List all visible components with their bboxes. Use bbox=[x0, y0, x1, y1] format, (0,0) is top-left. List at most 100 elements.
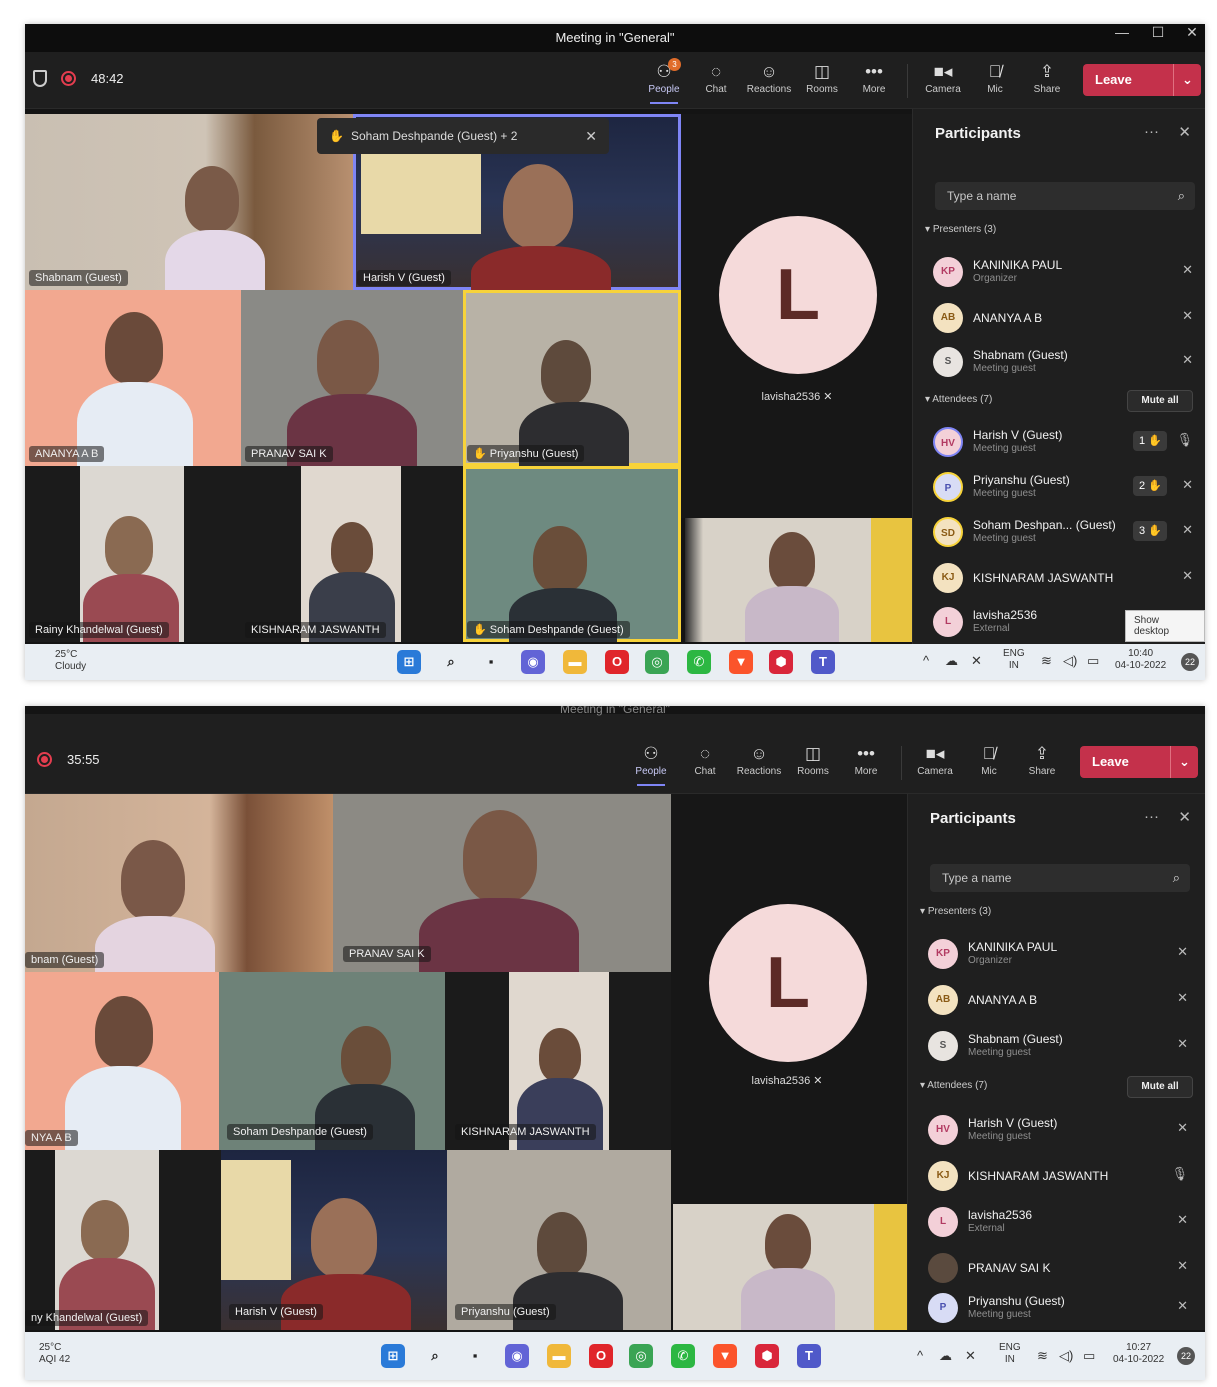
video-tile-harish[interactable]: Harish V (Guest) bbox=[221, 1150, 447, 1330]
task-view-icon[interactable]: ▪ bbox=[479, 650, 503, 674]
reactions-button[interactable]: ☺ Reactions bbox=[743, 60, 795, 95]
chevron-up-icon[interactable]: ^ bbox=[917, 1348, 923, 1363]
reactions-button[interactable]: ☺ Reactions bbox=[733, 742, 785, 777]
video-tile-ananya[interactable]: NYA A B bbox=[25, 972, 219, 1150]
presenters-section[interactable]: ▾ Presenters (3) bbox=[920, 906, 991, 917]
chevron-down-icon[interactable]: ⌄ bbox=[1173, 64, 1201, 96]
more-icon[interactable]: ··· bbox=[1144, 123, 1159, 140]
participant-row[interactable]: P Priyanshu (Guest) Meeting guest 2 ✋ ✕ bbox=[933, 467, 1199, 507]
close-icon[interactable]: ✕ bbox=[1178, 123, 1191, 141]
app-icon[interactable]: ⬢ bbox=[755, 1344, 779, 1368]
volume-icon[interactable]: ◁) bbox=[1059, 1348, 1073, 1364]
video-tile-shabnam[interactable]: bnam (Guest) bbox=[25, 794, 333, 972]
leave-button[interactable]: Leave ⌄ bbox=[1083, 64, 1201, 96]
video-tile-soham[interactable]: ✋ Soham Deshpande (Guest) bbox=[463, 466, 681, 642]
search-input[interactable]: Type a name ⌕ bbox=[930, 864, 1190, 892]
share-button[interactable]: ⇪ Share bbox=[1016, 742, 1068, 777]
search-icon[interactable]: ⌕ bbox=[423, 1344, 447, 1368]
teams-chat-icon[interactable]: ◉ bbox=[505, 1344, 529, 1368]
camera-button[interactable]: ■◂ Camera bbox=[909, 742, 961, 777]
raised-hands-banner[interactable]: ✋ Soham Deshpande (Guest) + 2 ✕ bbox=[317, 118, 609, 154]
video-tile-pranav[interactable]: PRANAV SAI K bbox=[333, 794, 671, 972]
teams-icon[interactable]: T bbox=[811, 650, 835, 674]
participant-row[interactable]: KP KANINIKA PAUL Organizer ✕ bbox=[928, 934, 1194, 974]
close-icon[interactable]: ✕ bbox=[585, 118, 597, 154]
language-indicator[interactable]: ENG IN bbox=[999, 1342, 1021, 1366]
avatar-tile-lavisha[interactable]: L lavisha2536 ✕ bbox=[671, 794, 907, 1204]
attendees-section[interactable]: ▾ Attendees (7) bbox=[925, 394, 992, 405]
clock[interactable]: 10:40 04-10-2022 bbox=[1115, 648, 1166, 672]
attendees-section[interactable]: ▾ Attendees (7) bbox=[920, 1080, 987, 1091]
mic-off-icon[interactable]: ✕ bbox=[971, 653, 982, 669]
wifi-icon[interactable]: ≋ bbox=[1041, 653, 1052, 669]
participant-row[interactable]: Llavisha2536 External ✕ bbox=[928, 1202, 1194, 1242]
people-button[interactable]: ⚇ People bbox=[625, 742, 677, 786]
weather-widget[interactable]: 25°C AQI 42 bbox=[39, 1342, 70, 1366]
rooms-button[interactable]: ◫ Rooms bbox=[796, 60, 848, 95]
whatsapp-icon[interactable]: ✆ bbox=[687, 650, 711, 674]
video-tile-rainy[interactable]: ny Khandelwal (Guest) bbox=[25, 1150, 221, 1330]
app-icon[interactable]: ⬢ bbox=[769, 650, 793, 674]
chat-button[interactable]: ◌ Chat bbox=[679, 742, 731, 777]
brave-icon[interactable]: ▼ bbox=[713, 1344, 737, 1368]
chevron-up-icon[interactable]: ^ bbox=[923, 653, 929, 668]
language-indicator[interactable]: ENG IN bbox=[1003, 648, 1025, 672]
participant-row[interactable]: HV Harish V (Guest) Meeting guest ✕ bbox=[928, 1110, 1194, 1150]
participant-row[interactable]: AB ANANYA A B ✕ bbox=[928, 980, 1194, 1020]
notification-badge[interactable]: 22 bbox=[1177, 1347, 1195, 1365]
participant-row[interactable]: AB ANANYA A B ✕ bbox=[933, 298, 1199, 338]
avatar-tile-lavisha[interactable]: L lavisha2536 ✕ bbox=[681, 114, 912, 518]
more-button[interactable]: ••• More bbox=[840, 742, 892, 777]
weather-widget[interactable]: 25°C Cloudy bbox=[55, 649, 86, 673]
start-icon[interactable]: ⊞ bbox=[381, 1344, 405, 1368]
search-input[interactable]: Type a name ⌕ bbox=[935, 182, 1195, 210]
cloud-icon[interactable]: ☁ bbox=[945, 653, 958, 669]
file-explorer-icon[interactable]: ▬ bbox=[547, 1344, 571, 1368]
mute-all-button[interactable]: Mute all bbox=[1127, 1076, 1193, 1098]
battery-icon[interactable]: ▭ bbox=[1087, 653, 1099, 669]
participant-row[interactable]: KJ KISHNARAM JASWANTH 🎙 bbox=[928, 1156, 1194, 1196]
more-icon[interactable]: ··· bbox=[1144, 808, 1159, 825]
video-tile-priyanshu[interactable]: ✋ Priyanshu (Guest) bbox=[463, 290, 681, 466]
notification-badge[interactable]: 22 bbox=[1181, 653, 1199, 671]
chat-button[interactable]: ◌ Chat bbox=[690, 60, 742, 95]
opera-icon[interactable]: O bbox=[605, 650, 629, 674]
teams-chat-icon[interactable]: ◉ bbox=[521, 650, 545, 674]
whatsapp-icon[interactable]: ✆ bbox=[671, 1344, 695, 1368]
participant-row[interactable]: S Shabnam (Guest) Meeting guest ✕ bbox=[933, 342, 1199, 382]
opera-icon[interactable]: O bbox=[589, 1344, 613, 1368]
participant-row[interactable]: KP KANINIKA PAUL Organizer ✕ bbox=[933, 252, 1199, 292]
wifi-icon[interactable]: ≋ bbox=[1037, 1348, 1048, 1364]
video-tile-ananya[interactable]: ANANYA A B bbox=[25, 290, 241, 466]
video-tile-rainy[interactable]: Rainy Khandelwal (Guest) bbox=[25, 466, 241, 642]
share-button[interactable]: ⇪ Share bbox=[1021, 60, 1073, 95]
leave-button[interactable]: Leave ⌄ bbox=[1080, 746, 1198, 778]
close-window-icon[interactable]: ✕ bbox=[1177, 24, 1205, 41]
more-button[interactable]: ••• More bbox=[848, 60, 900, 95]
chevron-down-icon[interactable]: ⌄ bbox=[1170, 746, 1198, 778]
video-tile-self[interactable] bbox=[673, 1204, 907, 1330]
participant-row[interactable]: P Priyanshu (Guest) Meeting guest ✕ bbox=[928, 1288, 1194, 1328]
teams-icon[interactable]: T bbox=[797, 1344, 821, 1368]
minimize-icon[interactable]: — bbox=[1107, 24, 1137, 40]
participant-row[interactable]: PRANAV SAI K ✕ bbox=[928, 1248, 1194, 1288]
camera-button[interactable]: ■◂ Camera bbox=[917, 60, 969, 95]
people-button[interactable]: ⚇ 3 People bbox=[638, 58, 690, 104]
participant-row[interactable]: KJ KISHNARAM JASWANTH ✕ bbox=[933, 558, 1199, 598]
rooms-button[interactable]: ◫ Rooms bbox=[787, 742, 839, 777]
cloud-icon[interactable]: ☁ bbox=[939, 1348, 952, 1364]
clock[interactable]: 10:27 04-10-2022 bbox=[1113, 1342, 1164, 1366]
video-tile-kishnaram[interactable]: KISHNARAM JASWANTH bbox=[241, 466, 463, 642]
video-tile-self[interactable] bbox=[685, 518, 912, 642]
chrome-icon[interactable]: ◎ bbox=[629, 1344, 653, 1368]
search-icon[interactable]: ⌕ bbox=[439, 650, 463, 674]
mic-button[interactable]: 🎙̸ Mic bbox=[963, 742, 1015, 777]
battery-icon[interactable]: ▭ bbox=[1083, 1348, 1095, 1364]
video-tile-soham[interactable]: Soham Deshpande (Guest) bbox=[219, 972, 445, 1150]
file-explorer-icon[interactable]: ▬ bbox=[563, 650, 587, 674]
participant-row[interactable]: S Shabnam (Guest) Meeting guest ✕ bbox=[928, 1026, 1194, 1066]
maximize-icon[interactable]: ☐ bbox=[1143, 24, 1173, 41]
volume-icon[interactable]: ◁) bbox=[1063, 653, 1077, 669]
task-view-icon[interactable]: ▪ bbox=[463, 1344, 487, 1368]
mic-button[interactable]: 🎙̸ Mic bbox=[969, 60, 1021, 95]
